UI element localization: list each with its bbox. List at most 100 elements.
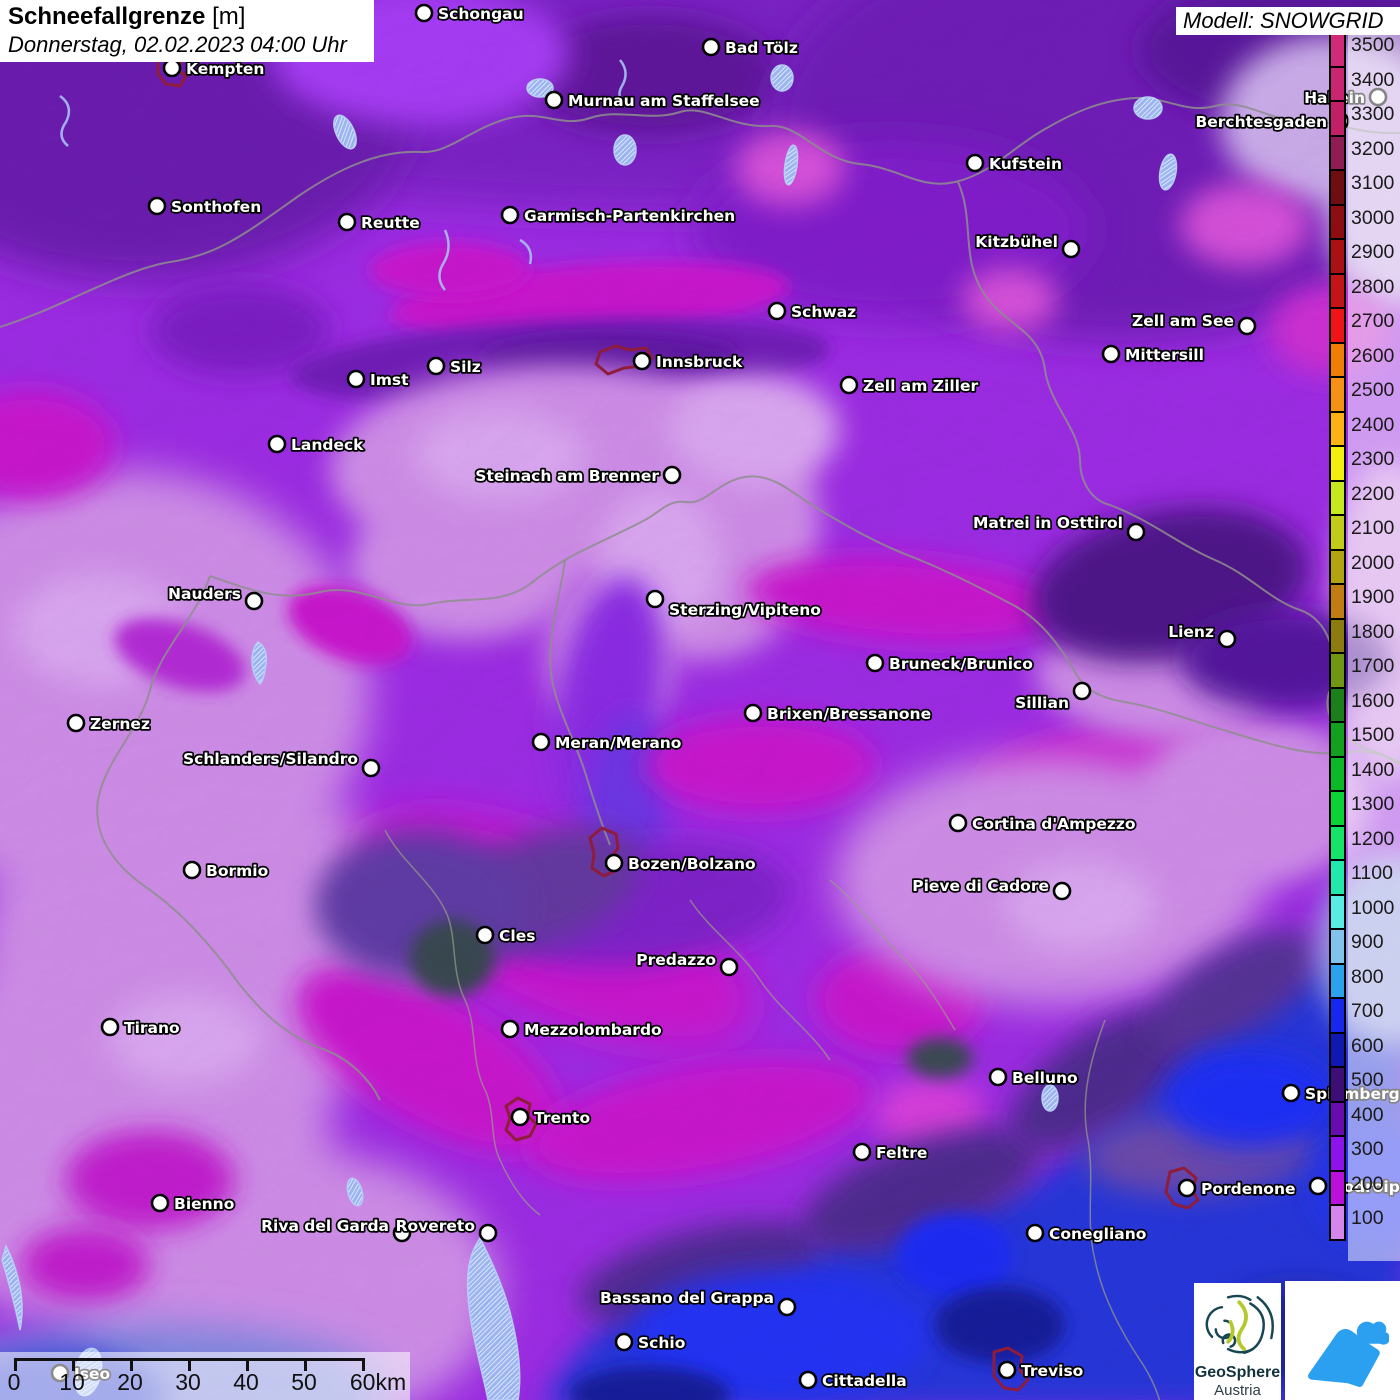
colorbar — [1329, 31, 1346, 1241]
city-bozen-bolzano: Bozen/Bolzano — [606, 855, 756, 873]
city-label-bad-t-lz: Bad Tölz — [725, 39, 798, 57]
city-label-schio: Schio — [638, 1334, 685, 1352]
city-imst: Imst — [348, 371, 409, 389]
colorbar-cell-1900 — [1331, 585, 1344, 620]
colorbar-tick-3100: 3100 — [1351, 172, 1399, 194]
city-label-tirano: Tirano — [124, 1019, 180, 1037]
city-marker-rovereto — [480, 1225, 496, 1241]
colorbar-cell-1500 — [1331, 723, 1344, 758]
city-cles: Cles — [477, 927, 535, 945]
city-feltre: Feltre — [854, 1144, 927, 1162]
colorbar-tick-400: 400 — [1351, 1104, 1399, 1126]
city-marker-garmisch-partenkirchen — [502, 207, 518, 223]
colorbar-cell-500 — [1331, 1068, 1344, 1103]
colorbar-tick-2200: 2200 — [1351, 483, 1399, 505]
city-label-innsbruck: Innsbruck — [656, 353, 743, 371]
colorbar-cell-1700 — [1331, 654, 1344, 689]
colorbar-tick-2500: 2500 — [1351, 379, 1399, 401]
city-label-belluno: Belluno — [1012, 1069, 1078, 1087]
city-garmisch-partenkirchen: Garmisch-Partenkirchen — [502, 207, 735, 225]
colorbar-cell-1200 — [1331, 827, 1344, 862]
colorbar-cell-1000 — [1331, 896, 1344, 931]
city-marker-steinach-am-brenner — [664, 467, 680, 483]
city-marker-zell-am-ziller — [841, 377, 857, 393]
colorbar-cell-2100 — [1331, 516, 1344, 551]
colorbar-tick-2300: 2300 — [1351, 448, 1399, 470]
city-marker-silz — [428, 358, 444, 374]
city-murnau-am-staffelsee: Murnau am Staffelsee — [546, 92, 760, 110]
distance-scale-bar: 0102030405060km — [0, 1352, 410, 1400]
city-marker-mittersill — [1103, 346, 1119, 362]
colorbar-tick-200: 200 — [1351, 1173, 1399, 1195]
city-marker-schio — [616, 1334, 632, 1350]
colorbar-tick-2600: 2600 — [1351, 345, 1399, 367]
city-label-schwaz: Schwaz — [791, 303, 856, 321]
colorbar-cell-2500 — [1331, 378, 1344, 413]
colorbar-cell-3200 — [1331, 137, 1344, 172]
colorbar-tick-1500: 1500 — [1351, 724, 1399, 746]
city-marker-meran-merano — [533, 734, 549, 750]
city-label-silz: Silz — [450, 358, 481, 376]
city-label-landeck: Landeck — [291, 436, 364, 454]
colorbar-tick-1600: 1600 — [1351, 690, 1399, 712]
city-marker-bormio — [184, 862, 200, 878]
city-bienno: Bienno — [152, 1195, 234, 1213]
colorbar-tick-800: 800 — [1351, 966, 1399, 988]
city-marker-bad-t-lz — [703, 39, 719, 55]
city-marker-imst — [348, 371, 364, 387]
city-marker-brixen-bressanone — [745, 705, 761, 721]
colorbar-cell-2000 — [1331, 551, 1344, 586]
city-steinach-am-brenner: Steinach am Brenner — [475, 467, 680, 485]
city-bruneck-brunico: Bruneck/Brunico — [867, 655, 1033, 673]
colorbar-tick-1400: 1400 — [1351, 759, 1399, 781]
city-label-garmisch-partenkirchen: Garmisch-Partenkirchen — [524, 207, 735, 225]
city-marker-kufstein — [967, 155, 983, 171]
colorbar-cell-2400 — [1331, 413, 1344, 448]
partner-logo — [1285, 1281, 1400, 1400]
scale-label-30: 30 — [175, 1369, 201, 1396]
colorbar-tick-2800: 2800 — [1351, 276, 1399, 298]
colorbar-cell-1800 — [1331, 620, 1344, 655]
colorbar-tick-2900: 2900 — [1351, 241, 1399, 263]
city-label-reutte: Reutte — [361, 214, 420, 232]
city-label-sillian: Sillian — [1015, 694, 1069, 712]
colorbar-cell-1300 — [1331, 792, 1344, 827]
city-label-pieve-di-cadore: Pieve di Cadore — [912, 877, 1049, 895]
city-marker-zell-am-see — [1239, 318, 1255, 334]
colorbar-cell-200 — [1331, 1172, 1344, 1207]
mountain-cloud-icon — [1297, 1295, 1389, 1387]
geosphere-contour-icon — [1201, 1285, 1275, 1359]
city-marker-schongau — [416, 5, 432, 21]
colorbar-cell-700 — [1331, 999, 1344, 1034]
city-tirano: Tirano — [102, 1019, 180, 1037]
city-label-matrei-in-osttirol: Matrei in Osttirol — [973, 514, 1123, 532]
city-marker-kitzb-hel — [1063, 241, 1079, 257]
city-label-cittadella: Cittadella — [822, 1372, 907, 1390]
city-label-brixen-bressanone: Brixen/Bressanone — [767, 705, 931, 723]
colorbar-cell-3300 — [1331, 102, 1344, 137]
city-label-bienno: Bienno — [174, 1195, 234, 1213]
city-marker-cittadella — [800, 1372, 816, 1388]
city-mezzolombardo: Mezzolombardo — [502, 1021, 662, 1039]
colorbar-cell-800 — [1331, 965, 1344, 1000]
city-cortina-d-ampezzo: Cortina d'Ampezzo — [950, 815, 1136, 833]
city-marker-spilimbergo — [1283, 1085, 1299, 1101]
city-marker-codroipo — [1310, 1178, 1326, 1194]
colorbar-cell-2600 — [1331, 344, 1344, 379]
colorbar-tick-1900: 1900 — [1351, 586, 1399, 608]
colorbar-cell-1400 — [1331, 758, 1344, 793]
colorbar-cell-2800 — [1331, 275, 1344, 310]
city-label-conegliano: Conegliano — [1049, 1225, 1146, 1243]
city-marker-bozen-bolzano — [606, 855, 622, 871]
colorbar-cell-1100 — [1331, 861, 1344, 896]
city-marker-feltre — [854, 1144, 870, 1160]
colorbar-cell-300 — [1331, 1137, 1344, 1172]
colorbar-tick-2000: 2000 — [1351, 552, 1399, 574]
colorbar-tick-3200: 3200 — [1351, 138, 1399, 160]
model-label: Modell: SNOWGRID — [1176, 7, 1400, 35]
colorbar-cell-3500 — [1331, 33, 1344, 68]
colorbar-tick-500: 500 — [1351, 1069, 1399, 1091]
city-label-schongau: Schongau — [438, 5, 524, 23]
colorbar-cell-2200 — [1331, 482, 1344, 517]
city-marker-bienno — [152, 1195, 168, 1211]
